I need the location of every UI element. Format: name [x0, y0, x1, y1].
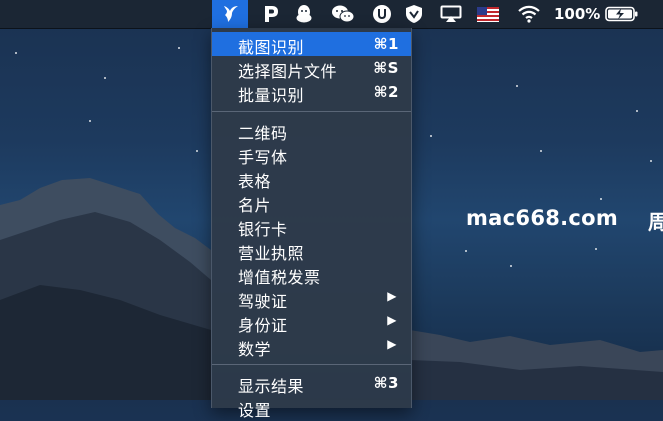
- input-source-status-item[interactable]: [474, 0, 502, 28]
- menu-item-business-license[interactable]: 营业执照: [212, 238, 411, 263]
- menu-item-label: 手写体: [238, 148, 288, 167]
- menu-item-label: 名片: [238, 196, 272, 215]
- qq-penguin-icon: [296, 5, 312, 23]
- menu-bar: 100%: [0, 0, 663, 29]
- menu-item-handwriting[interactable]: 手写体: [212, 142, 411, 167]
- watermark-text: mac668.com: [466, 206, 619, 230]
- wechat-status-item[interactable]: [328, 0, 358, 28]
- menu-item-batch-ocr[interactable]: 批量识别 ⌘2: [212, 80, 411, 105]
- menu-item-screenshot-ocr[interactable]: 截图识别 ⌘1: [212, 32, 411, 57]
- menu-item-shortcut: ⌘3: [373, 374, 399, 392]
- v-shield-icon: [406, 5, 422, 23]
- airplay-icon: [440, 5, 462, 22]
- us-flag-icon: [477, 6, 499, 22]
- submenu-arrow-icon: ▶: [387, 313, 397, 327]
- menu-item-shortcut: ⌘S: [373, 59, 399, 77]
- menu-separator: [212, 364, 411, 365]
- wechat-icon: [332, 5, 355, 23]
- menu-item-label: 驾驶证: [238, 292, 288, 311]
- menu-item-label: 截图识别: [238, 38, 305, 57]
- v-status-item[interactable]: [401, 0, 427, 28]
- qq-status-item[interactable]: [290, 0, 318, 28]
- battery-percent: 100%: [554, 5, 601, 23]
- app-status-item[interactable]: [212, 0, 248, 28]
- menu-item-label: 批量识别: [238, 86, 305, 105]
- menu-separator: [212, 111, 411, 112]
- menu-item-driver-license[interactable]: 驾驶证 ▶: [212, 286, 411, 311]
- battery-charging-icon: [605, 6, 638, 22]
- edge-partial-text: 周: [648, 210, 663, 234]
- menu-item-settings-partial[interactable]: 设置: [212, 395, 411, 420]
- wifi-status-item[interactable]: [514, 0, 544, 28]
- menu-item-qr-code[interactable]: 二维码: [212, 118, 411, 143]
- app-dropdown-menu: 截图识别 ⌘1 选择图片文件 ⌘S 批量识别 ⌘2 二维码 手写体 表格 名片 …: [211, 28, 412, 420]
- submenu-arrow-icon: ▶: [387, 289, 397, 303]
- menu-item-business-card[interactable]: 名片: [212, 190, 411, 215]
- airplay-status-item[interactable]: [437, 0, 465, 28]
- menu-item-vat-invoice[interactable]: 增值税发票: [212, 262, 411, 287]
- menu-item-label: 营业执照: [238, 244, 305, 263]
- menu-item-label: 身份证: [238, 316, 288, 335]
- u-shield-icon: [373, 5, 391, 23]
- menu-item-id-card[interactable]: 身份证 ▶: [212, 310, 411, 335]
- menu-item-select-image-file[interactable]: 选择图片文件 ⌘S: [212, 56, 411, 81]
- u-status-item[interactable]: [369, 0, 395, 28]
- menu-item-bank-card[interactable]: 银行卡: [212, 214, 411, 239]
- menu-item-table[interactable]: 表格: [212, 166, 411, 191]
- wifi-icon: [518, 5, 540, 23]
- menu-item-label: 银行卡: [238, 220, 288, 239]
- menu-item-label: 数学: [238, 340, 272, 359]
- battery-status-item[interactable]: 100%: [554, 0, 656, 28]
- p-status-item[interactable]: [258, 0, 284, 28]
- p-icon: [265, 6, 278, 22]
- menu-item-shortcut: ⌘1: [373, 35, 399, 53]
- menu-item-label: 表格: [238, 172, 272, 191]
- menu-item-show-results[interactable]: 显示结果 ⌘3: [212, 371, 411, 396]
- menu-item-label: 选择图片文件: [238, 62, 338, 81]
- menu-item-label: 增值税发票: [238, 268, 321, 287]
- menu-item-shortcut: ⌘2: [373, 83, 399, 101]
- menu-item-label: 显示结果: [238, 377, 305, 396]
- submenu-arrow-icon: ▶: [387, 337, 397, 351]
- menu-item-label: 设置: [238, 401, 272, 420]
- menu-item-label: 二维码: [238, 124, 288, 143]
- menu-item-math[interactable]: 数学 ▶: [212, 334, 411, 359]
- app-bird-icon: [224, 6, 238, 22]
